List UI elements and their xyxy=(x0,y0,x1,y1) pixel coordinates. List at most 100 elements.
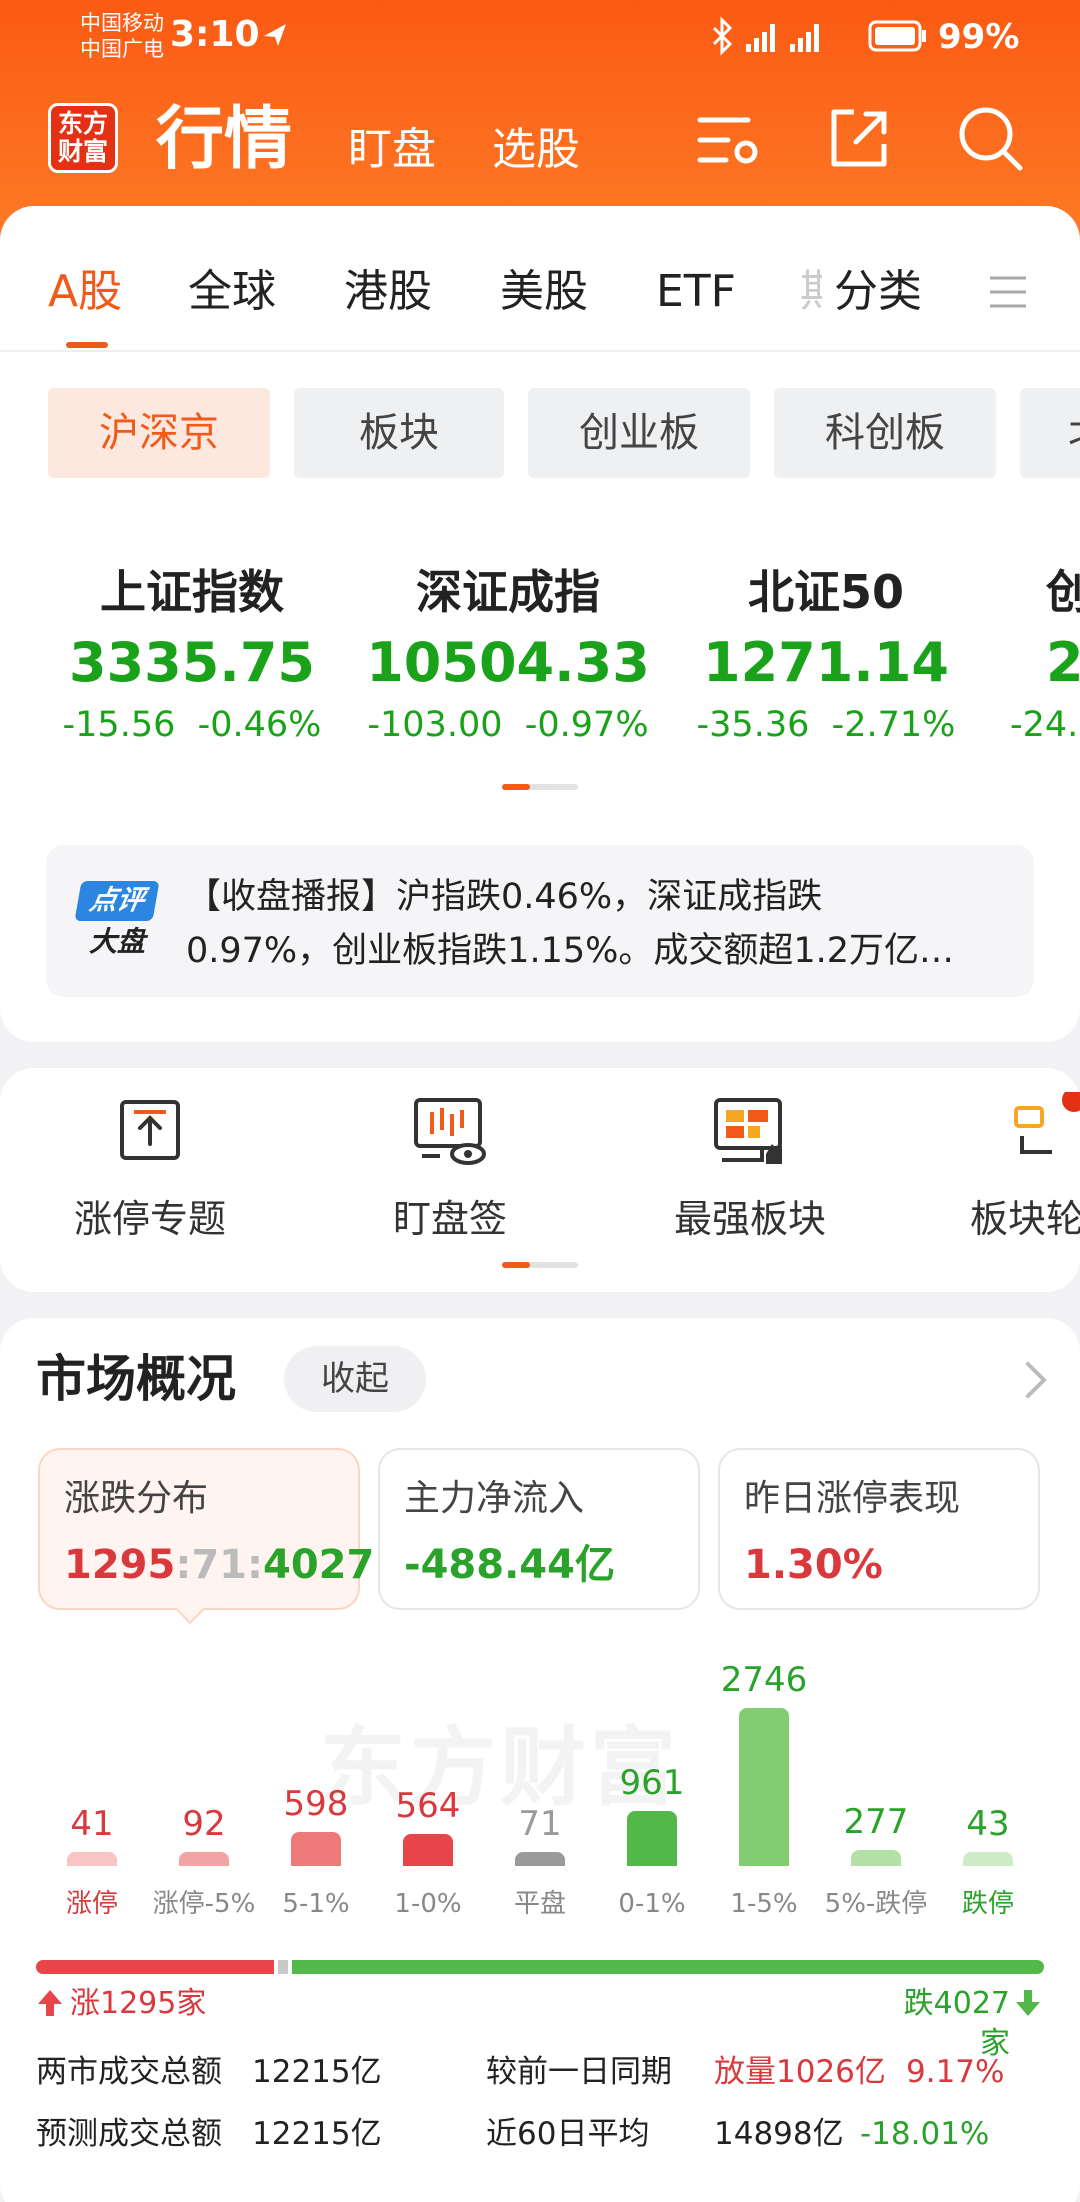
location-arrow-icon xyxy=(264,24,286,46)
ratio-up-segment xyxy=(36,1960,274,1974)
chip-more[interactable]: 北 xyxy=(1020,388,1080,478)
commentary-line-2: 0.97%，创业板指跌1.15%。成交额超1.2万亿… xyxy=(186,931,955,971)
avg-60-label: 近60日平均 xyxy=(486,2116,650,2152)
quick-link-label: 最强板块 xyxy=(673,1197,826,1241)
avg-60-pct: -18.01% xyxy=(860,2116,990,2152)
compare-value: 放量1026亿 xyxy=(714,2054,886,2090)
carrier-2: 中国广电 xyxy=(80,37,164,61)
box-title: 涨跌分布 xyxy=(64,1478,209,1519)
rotation-icon xyxy=(1014,1092,1080,1154)
index-scroll-indicator xyxy=(502,784,578,790)
tab-us[interactable]: 美股 xyxy=(500,262,588,322)
bluetooth-icon xyxy=(712,16,733,56)
forecast-turnover-value: 12215亿 xyxy=(252,2116,382,2152)
collapse-button[interactable]: 收起 xyxy=(284,1346,426,1412)
menu-icon[interactable] xyxy=(988,272,1028,312)
tab-etf[interactable]: ETF xyxy=(656,262,736,322)
status-time: 3:10 xyxy=(170,14,260,55)
index-name: 上证指数 xyxy=(100,565,284,619)
index-change-pct: -0.97% xyxy=(524,705,649,745)
avg-60-value: 14898亿 xyxy=(714,2116,844,2152)
logo-line-2: 财富 xyxy=(57,137,108,166)
ratio-down-segment xyxy=(292,1960,1044,1974)
yesterday-limit-up-box[interactable]: 昨日涨停表现 1.30% xyxy=(718,1448,1040,1610)
chip-shanghai-shenzhen-beijing[interactable]: 沪深京 xyxy=(48,388,270,478)
settings-list-icon[interactable] xyxy=(696,110,766,174)
arrow-up-icon xyxy=(38,1990,62,2016)
market-commentary[interactable]: 点评 大盘 【收盘播报】沪指跌0.46%，深证成指跌 0.97%，创业板指跌1.… xyxy=(46,845,1034,997)
main-net-inflow-box[interactable]: 主力净流入 -488.44亿 xyxy=(378,1448,700,1610)
index-change-points: -103.00 xyxy=(367,705,503,745)
flat-count: 71 xyxy=(191,1542,247,1588)
down-count: 4027 xyxy=(263,1542,375,1588)
tab-watch[interactable]: 盯盘 xyxy=(348,120,436,180)
carrier-info: 中国移动 中国广电 xyxy=(80,10,164,62)
monitor-eye-icon xyxy=(414,1098,486,1165)
chevron-right-icon[interactable] xyxy=(1020,1358,1050,1402)
separator: : xyxy=(247,1542,263,1588)
carrier-1: 中国移动 xyxy=(80,11,164,35)
total-turnover-value: 12215亿 xyxy=(252,2054,382,2090)
app-header: 中国移动 中国广电 3:10 99% 东方 财富 行情 盯盘 选股 xyxy=(0,0,1080,240)
compare-label: 较前一日同期 xyxy=(486,2054,672,2090)
battery-percent: 99% xyxy=(938,17,1020,57)
index-value: 3335.75 xyxy=(69,631,315,694)
separator: : xyxy=(175,1542,192,1588)
badge-top: 点评 xyxy=(74,881,160,921)
overview-title: 市场概况 xyxy=(36,1350,236,1408)
share-icon[interactable] xyxy=(826,106,892,172)
index-change-points: -35.36 xyxy=(696,705,810,745)
watermark: 东方财富 xyxy=(320,1718,680,1818)
limit-up-performance-value: 1.30% xyxy=(744,1542,883,1588)
up-count-label: 涨1295家 xyxy=(70,1986,207,2021)
tab-hk[interactable]: 港股 xyxy=(344,262,432,322)
sector-board-icon xyxy=(714,1098,782,1164)
tab-category[interactable]: 分类 xyxy=(834,262,922,322)
signal-icon xyxy=(746,24,819,52)
quick-link-label: 盯盘签 xyxy=(392,1197,507,1241)
index-change-points: -15.56 xyxy=(62,705,176,745)
index-chinext-partial[interactable]: 创 2 -24. xyxy=(1010,560,1080,760)
index-name: 深证成指 xyxy=(416,565,600,619)
index-change: -15.56 -0.46% xyxy=(42,700,342,750)
compare-pct: 9.17% xyxy=(906,2054,1005,2090)
total-turnover-label: 两市成交总额 xyxy=(36,2054,222,2090)
chip-chinext[interactable]: 创业板 xyxy=(528,388,750,478)
index-name: 创 xyxy=(1046,565,1080,619)
up-count: 1295 xyxy=(64,1542,176,1588)
search-icon[interactable] xyxy=(956,104,1026,174)
tab-divider xyxy=(0,350,1080,352)
tab-global[interactable]: 全球 xyxy=(188,262,276,322)
distribution-value: 1295:71:4027 xyxy=(64,1538,374,1592)
quick-link-label: 涨停专题 xyxy=(73,1197,226,1241)
badge-bottom: 大盘 xyxy=(88,925,145,958)
quick-link-label: 板块轮 xyxy=(970,1197,1080,1241)
commentary-badge: 点评 大盘 xyxy=(74,881,160,961)
tab-futures[interactable]: 期 xyxy=(800,262,822,322)
net-inflow-value: -488.44亿 xyxy=(404,1542,615,1588)
quick-links-scroll-indicator xyxy=(502,1262,578,1268)
rise-fall-distribution-box[interactable]: 涨跌分布 1295:71:4027 xyxy=(38,1448,374,1610)
index-change: -103.00 -0.97% xyxy=(358,700,658,750)
rise-fall-ratio-bar xyxy=(36,1960,1044,1974)
chip-star-market[interactable]: 科创板 xyxy=(774,388,996,478)
limit-up-icon xyxy=(120,1100,180,1160)
ratio-flat-segment xyxy=(278,1960,288,1974)
page-title[interactable]: 行情 xyxy=(156,100,292,180)
arrow-down-icon xyxy=(1016,1990,1040,2016)
index-change-pct: -0.46% xyxy=(197,705,322,745)
index-change: -24. xyxy=(1010,705,1079,745)
chip-sector[interactable]: 板块 xyxy=(294,388,504,478)
tab-stock-picker[interactable]: 选股 xyxy=(492,120,580,180)
active-tab-indicator xyxy=(66,342,108,348)
index-name: 北证50 xyxy=(747,565,904,619)
index-change-pct: -2.71% xyxy=(831,705,956,745)
box-title: 主力净流入 xyxy=(404,1478,585,1519)
logo-line-1: 东方 xyxy=(57,109,108,138)
app-logo: 东方 财富 xyxy=(48,103,118,173)
index-change: -35.36 -2.71% xyxy=(676,700,976,750)
forecast-turnover-label: 预测成交总额 xyxy=(36,2116,222,2152)
tab-a-share[interactable]: A股 xyxy=(48,262,122,322)
index-value: 2 xyxy=(1046,631,1080,694)
box-title: 昨日涨停表现 xyxy=(744,1478,961,1519)
